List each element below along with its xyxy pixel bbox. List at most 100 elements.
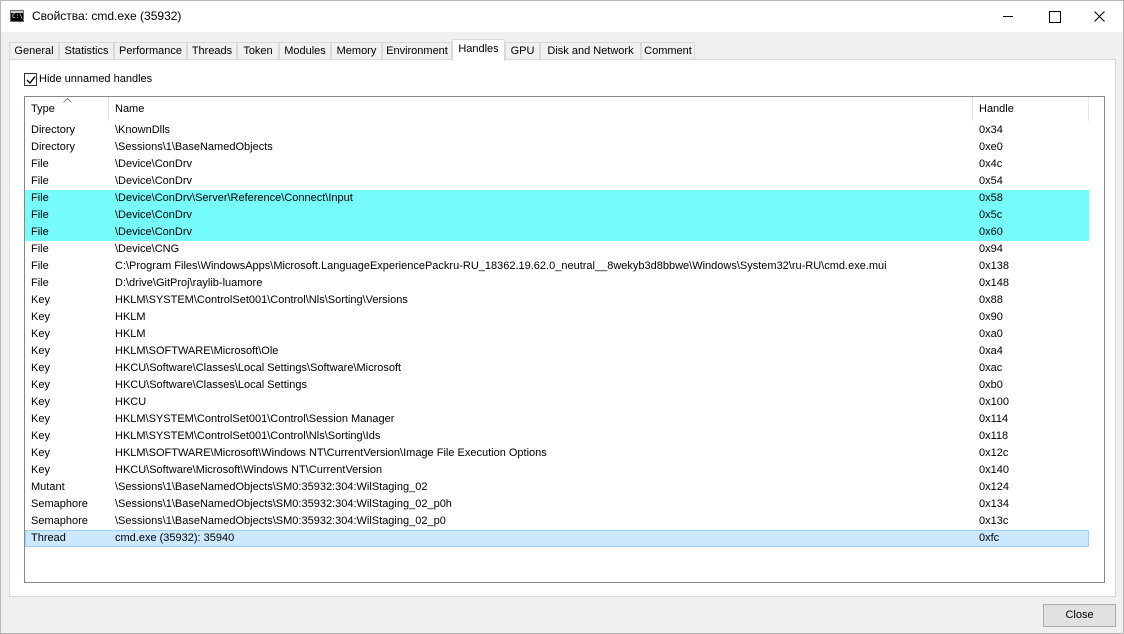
- tab-disk-and-network[interactable]: Disk and Network: [540, 42, 641, 60]
- cell-handle: 0xa4: [979, 345, 1003, 357]
- handles-panel: Hide unnamed handles Type Name Handle Di…: [9, 59, 1116, 597]
- tab-general[interactable]: General: [9, 42, 59, 60]
- cell-name: \Sessions\1\BaseNamedObjects\SM0:35932:3…: [115, 498, 452, 510]
- cell-handle: 0x124: [979, 481, 1009, 493]
- table-row[interactable]: Directory \KnownDlls 0x34: [25, 122, 1104, 139]
- table-row[interactable]: File D:\drive\GitProj\raylib-luamore 0x148: [25, 275, 1104, 292]
- cell-handle: 0x140: [979, 464, 1009, 476]
- tab-statistics[interactable]: Statistics: [59, 42, 114, 60]
- cell-name: HKLM\SYSTEM\ControlSet001\Control\Nls\So…: [115, 430, 381, 442]
- table-row[interactable]: Thread cmd.exe (35932): 35940 0xfc: [25, 530, 1089, 547]
- table-row[interactable]: Key HKLM\SYSTEM\ControlSet001\Control\Nls…: [25, 292, 1104, 309]
- tab-threads[interactable]: Threads: [187, 42, 237, 60]
- cell-handle: 0x94: [979, 243, 1003, 255]
- minimize-button[interactable]: [985, 1, 1031, 31]
- cell-handle: 0xa0: [979, 328, 1003, 340]
- cell-type: Thread: [31, 532, 66, 544]
- cell-name: HKLM\SOFTWARE\Microsoft\Windows NT\Curre…: [115, 447, 547, 459]
- cell-handle: 0x5c: [979, 209, 1003, 221]
- close-button[interactable]: Close: [1043, 604, 1116, 627]
- hide-unnamed-handles-label: Hide unnamed handles: [39, 73, 153, 85]
- cell-name: \Device\ConDrv: [115, 175, 193, 187]
- cell-type: File: [31, 192, 49, 204]
- cell-type: Key: [31, 345, 50, 357]
- properties-window: C:\_ Свойства: cmd.exe (35932) General S…: [0, 0, 1124, 634]
- table-row[interactable]: File \Device\ConDrv 0x54: [25, 173, 1104, 190]
- tab-handles[interactable]: Handles: [452, 39, 505, 61]
- cell-type: Key: [31, 362, 50, 374]
- cell-handle: 0x34: [979, 124, 1003, 136]
- cell-name: HKLM\SOFTWARE\Microsoft\Ole: [115, 345, 279, 357]
- column-header-handle[interactable]: Handle: [973, 97, 1089, 121]
- cell-handle: 0xac: [979, 362, 1003, 374]
- table-row[interactable]: File \Device\ConDrv 0x4c: [25, 156, 1104, 173]
- cell-handle: 0x88: [979, 294, 1003, 306]
- cell-handle: 0xe0: [979, 141, 1003, 153]
- console-app-icon-text: C:\_: [12, 13, 27, 20]
- table-row[interactable]: Key HKLM 0xa0: [25, 326, 1104, 343]
- table-row[interactable]: File \Device\CNG 0x94: [25, 241, 1104, 258]
- cell-type: File: [31, 175, 49, 187]
- table-row[interactable]: Key HKCU\Software\Classes\Local Settings\…: [25, 360, 1104, 377]
- cell-handle: 0x134: [979, 498, 1009, 510]
- cell-handle: 0x60: [979, 226, 1003, 238]
- tab-performance[interactable]: Performance: [114, 42, 187, 60]
- cell-name: C:\Program Files\WindowsApps\Microsoft.L…: [115, 260, 887, 272]
- table-row[interactable]: Key HKCU\Software\Microsoft\Windows NT\Cu…: [25, 462, 1104, 479]
- cell-name: \Device\CNG: [115, 243, 180, 255]
- table-row[interactable]: Key HKCU\Software\Classes\Local Settings 0…: [25, 377, 1104, 394]
- hide-unnamed-handles-checkbox[interactable]: [24, 73, 37, 86]
- table-row[interactable]: Key HKLM\SYSTEM\ControlSet001\Control\Ses…: [25, 411, 1104, 428]
- title-bar[interactable]: C:\_ Свойства: cmd.exe (35932): [1, 1, 1123, 32]
- cell-type: Key: [31, 430, 50, 442]
- table-row[interactable]: Key HKLM 0x90: [25, 309, 1104, 326]
- cell-name: HKLM: [115, 328, 146, 340]
- window-title: Свойства: cmd.exe (35932): [32, 9, 182, 23]
- table-row[interactable]: Key HKLM\SOFTWARE\Microsoft\Ole 0xa4: [25, 343, 1104, 360]
- cell-type: Key: [31, 294, 50, 306]
- table-row[interactable]: File \Device\ConDrv 0x5c: [25, 207, 1089, 224]
- tab-modules[interactable]: Modules: [279, 42, 331, 60]
- tab-token[interactable]: Token: [237, 42, 279, 60]
- cell-name: \Sessions\1\BaseNamedObjects\SM0:35932:3…: [115, 481, 428, 493]
- console-app-icon: C:\_: [10, 10, 27, 22]
- column-header-type-label: Type: [31, 103, 55, 115]
- list-header: Type Name Handle: [25, 97, 1104, 121]
- cell-type: Key: [31, 447, 50, 459]
- cell-type: Semaphore: [31, 515, 88, 527]
- tab-comment[interactable]: Comment: [641, 42, 695, 60]
- handles-list[interactable]: Type Name Handle Directory \KnownDlls 0x34…: [24, 96, 1105, 583]
- cell-handle: 0x114: [979, 413, 1009, 425]
- cell-name: cmd.exe (35932): 35940: [115, 532, 235, 544]
- cell-type: Key: [31, 311, 50, 323]
- table-row[interactable]: Key HKLM\SOFTWARE\Microsoft\Windows NT\Cu…: [25, 445, 1104, 462]
- cell-type: File: [31, 209, 49, 221]
- cell-type: Key: [31, 413, 50, 425]
- cell-handle: 0x54: [979, 175, 1003, 187]
- table-row[interactable]: Key HKLM\SYSTEM\ControlSet001\Control\Nls…: [25, 428, 1104, 445]
- cell-name: \Sessions\1\BaseNamedObjects: [115, 141, 273, 153]
- table-row[interactable]: Semaphore \Sessions\1\BaseNamedObjects\SM…: [25, 513, 1104, 530]
- table-row[interactable]: Directory \Sessions\1\BaseNamedObjects 0xe…: [25, 139, 1104, 156]
- cell-handle: 0xfc: [979, 532, 1000, 544]
- close-window-button[interactable]: [1077, 1, 1123, 31]
- cell-name: \Device\ConDrv: [115, 158, 193, 170]
- tab-memory[interactable]: Memory: [331, 42, 382, 60]
- cell-type: File: [31, 277, 49, 289]
- table-row[interactable]: File \Device\ConDrv 0x60: [25, 224, 1089, 241]
- cell-type: Key: [31, 328, 50, 340]
- tab-environment[interactable]: Environment: [382, 42, 452, 60]
- table-row[interactable]: File C:\Program Files\WindowsApps\Microso…: [25, 258, 1104, 275]
- table-row[interactable]: File \Device\ConDrv\Server\Reference\Conn…: [25, 190, 1089, 207]
- cell-name: HKCU\Software\Classes\Local Settings\Sof…: [115, 362, 402, 374]
- table-row[interactable]: Key HKCU 0x100: [25, 394, 1104, 411]
- cell-type: Key: [31, 379, 50, 391]
- tab-gpu[interactable]: GPU: [505, 42, 540, 60]
- column-header-type[interactable]: Type: [25, 97, 109, 121]
- maximize-button[interactable]: [1031, 1, 1077, 31]
- column-header-name[interactable]: Name: [109, 97, 973, 121]
- cell-name: \Device\ConDrv: [115, 209, 193, 221]
- table-row[interactable]: Semaphore \Sessions\1\BaseNamedObjects\SM…: [25, 496, 1104, 513]
- cell-name: \KnownDlls: [115, 124, 171, 136]
- table-row[interactable]: Mutant \Sessions\1\BaseNamedObjects\SM0:3…: [25, 479, 1104, 496]
